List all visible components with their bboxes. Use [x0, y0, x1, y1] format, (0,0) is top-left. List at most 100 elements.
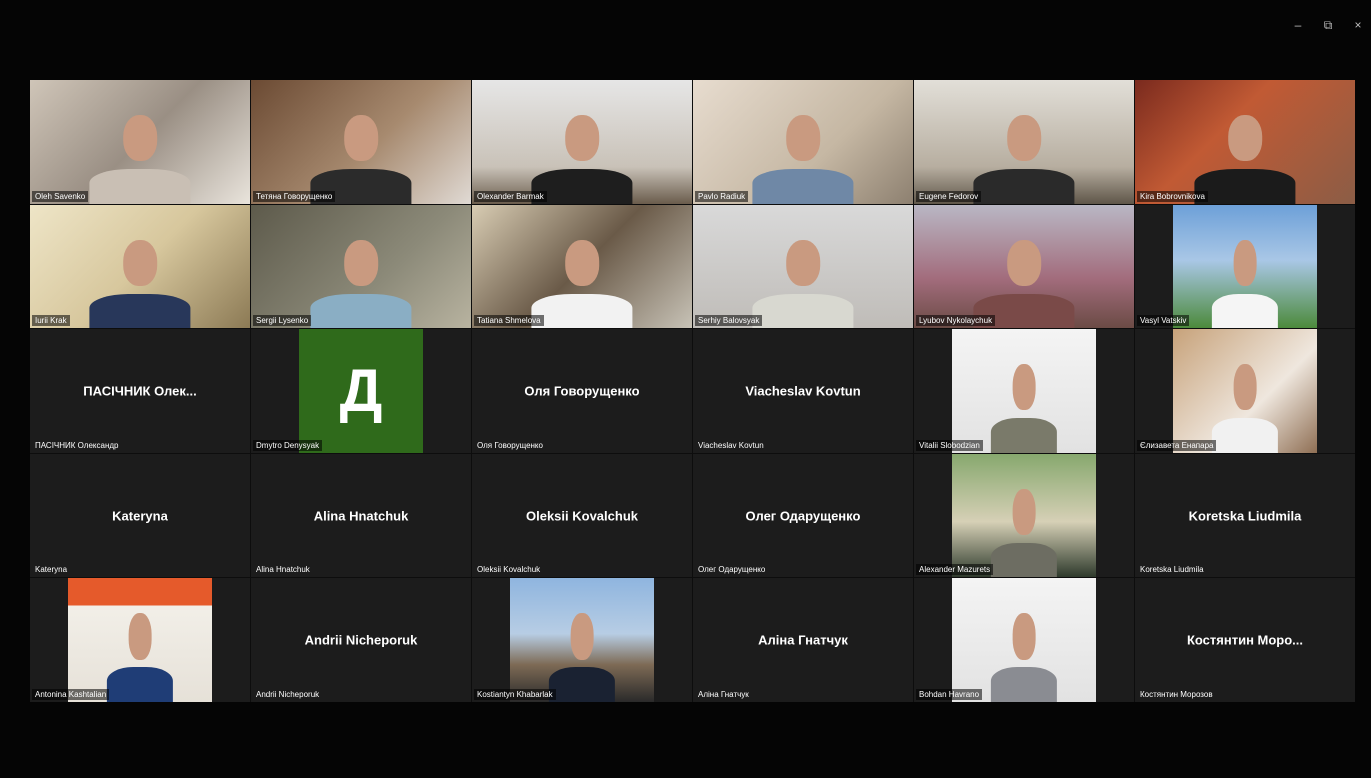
- participant-silhouette: [89, 107, 191, 204]
- participant-name-label: Koretska Liudmila: [1140, 565, 1204, 575]
- participant-silhouette: [531, 107, 633, 204]
- participant-name-label: Tatiana Shmelova: [474, 315, 544, 327]
- participant-video: [251, 80, 471, 204]
- participant-display-name: Koretska Liudmila: [1188, 508, 1302, 524]
- participant-silhouette: [990, 481, 1058, 578]
- close-icon[interactable]: ×: [1351, 18, 1365, 33]
- participant-video: [1135, 80, 1355, 204]
- participant-silhouette: [1211, 232, 1279, 329]
- participant-tile[interactable]: Костянтин Моро... Костянтин Морозов: [1135, 578, 1355, 702]
- participant-name-label: Eugene Fedorov: [916, 190, 982, 202]
- participant-silhouette: [990, 606, 1058, 702]
- participant-tile[interactable]: Serhiy Balovsyak: [693, 204, 913, 329]
- participant-name-label: Pavlo Radiuk: [695, 190, 749, 202]
- participant-tile[interactable]: Д Dmytro Denysyak: [251, 329, 471, 453]
- participant-video: [914, 80, 1134, 204]
- participant-name-label: Аліна Гнатчук: [698, 689, 749, 699]
- participant-display-name: Oleksii Kovalchuk: [526, 508, 638, 524]
- participant-display-name: Аліна Гнатчук: [758, 632, 848, 648]
- participant-tile[interactable]: Kateryna Kateryna: [30, 453, 250, 578]
- participant-display-name: Andrii Nicheporuk: [304, 632, 418, 648]
- participant-tile[interactable]: Lyubov Nykolaychuk: [914, 204, 1134, 329]
- participant-video: [472, 204, 692, 329]
- participant-name-label: Oleksii Kovalchuk: [477, 565, 541, 575]
- participant-tile[interactable]: Tatiana Shmelova: [472, 204, 692, 329]
- participant-display-name: Viacheslav Kovtun: [745, 383, 861, 399]
- participant-video: [30, 204, 250, 329]
- participant-tile[interactable]: Viacheslav Kovtun Viacheslav Kovtun: [693, 329, 913, 453]
- participant-tile[interactable]: Bohdan Havrano: [914, 578, 1134, 702]
- participant-name-label: Alina Hnatchuk: [256, 565, 310, 575]
- participant-silhouette: [973, 232, 1075, 329]
- participant-tile[interactable]: Oleh Savenko: [30, 80, 250, 204]
- participant-silhouette: [752, 107, 854, 204]
- participant-name-label: Оля Говорущенко: [477, 440, 543, 450]
- participant-name-label: Kateryna: [35, 565, 68, 575]
- participant-silhouette: [548, 606, 616, 702]
- participant-tile[interactable]: Iurii Krak: [30, 204, 250, 329]
- participant-tile[interactable]: Олег Одарущенко Олег Одарущенко: [693, 453, 913, 578]
- participant-name-label: Lyubov Nykolaychuk: [916, 315, 996, 327]
- participant-tile[interactable]: Antonina Kashtalian: [30, 578, 250, 702]
- participant-tile[interactable]: Тетяна Говорущенко: [251, 80, 471, 204]
- participant-name-label: Kira Bobrovnikova: [1137, 190, 1208, 202]
- participant-silhouette: [973, 107, 1075, 204]
- participant-display-name: Костянтин Моро...: [1186, 632, 1304, 648]
- participant-video: [251, 204, 471, 329]
- participant-silhouette: [310, 107, 412, 204]
- participant-tile[interactable]: Alexander Mazurets: [914, 453, 1134, 578]
- participant-tile[interactable]: Оля Говорущенко Оля Говорущенко: [472, 329, 692, 453]
- participant-display-name: Олег Одарущенко: [745, 508, 861, 524]
- participant-tile[interactable]: Kira Bobrovnikova: [1135, 80, 1355, 204]
- participant-silhouette: [89, 232, 191, 329]
- participant-name-label: Olexander Barmak: [474, 190, 547, 202]
- participant-display-name: ПАСІЧНИК Олек...: [83, 383, 197, 399]
- participant-tile[interactable]: Аліна Гнатчук Аліна Гнатчук: [693, 578, 913, 702]
- participant-name-label: Олег Одарущенко: [698, 565, 766, 575]
- participant-name-label: Sergii Lysenko: [253, 315, 312, 327]
- participant-video: [68, 578, 212, 702]
- participant-name-label: Antonina Kashtalian: [32, 688, 110, 700]
- participant-silhouette: [1211, 356, 1279, 453]
- participant-name-label: Alexander Mazurets: [916, 564, 994, 576]
- participant-video: [472, 80, 692, 204]
- participant-silhouette: [752, 232, 854, 329]
- participant-video: [1173, 329, 1317, 453]
- participant-tile[interactable]: Sergii Lysenko: [251, 204, 471, 329]
- participant-tile[interactable]: Olexander Barmak: [472, 80, 692, 204]
- participant-video: [693, 80, 913, 204]
- participant-name-label: ПАСІЧНИК Олександр: [35, 440, 119, 450]
- participant-tile[interactable]: ПАСІЧНИК Олек... ПАСІЧНИК Олександр: [30, 329, 250, 453]
- participant-tile[interactable]: Alina Hnatchuk Alina Hnatchuk: [251, 453, 471, 578]
- participant-video: [30, 80, 250, 204]
- participant-video: [914, 204, 1134, 329]
- participant-name-label: Vitalii Slobodzian: [916, 439, 983, 451]
- participant-tile[interactable]: Kostiantyn Khabarlak: [472, 578, 692, 702]
- participant-tile[interactable]: Vasyl Vatskiv: [1135, 204, 1355, 329]
- participant-tile[interactable]: Koretska Liudmila Koretska Liudmila: [1135, 453, 1355, 578]
- participant-name-label: Bohdan Havrano: [916, 688, 983, 700]
- participant-name-label: Serhiy Balovsyak: [695, 315, 763, 327]
- participant-name-label: Dmytro Denysyak: [253, 439, 323, 451]
- restore-icon[interactable]: ⧉: [1321, 18, 1335, 33]
- participant-silhouette: [990, 356, 1058, 453]
- participant-tile[interactable]: Eugene Fedorov: [914, 80, 1134, 204]
- participant-tile[interactable]: Pavlo Radiuk: [693, 80, 913, 204]
- participant-silhouette: [531, 232, 633, 329]
- participant-video: [510, 578, 654, 702]
- participant-name-label: Vasyl Vatskiv: [1137, 315, 1190, 327]
- participant-name-label: Костянтин Морозов: [1140, 689, 1213, 699]
- window-controls: – ⧉ ×: [1291, 18, 1365, 33]
- participant-video: [952, 329, 1096, 453]
- participant-silhouette: [310, 232, 412, 329]
- participant-video: [952, 578, 1096, 702]
- participant-name-label: Єлизавета Енапара: [1137, 439, 1217, 451]
- participant-tile[interactable]: Єлизавета Енапара: [1135, 329, 1355, 453]
- participant-tile[interactable]: Vitalii Slobodzian: [914, 329, 1134, 453]
- participant-tile[interactable]: Oleksii Kovalchuk Oleksii Kovalchuk: [472, 453, 692, 578]
- participant-display-name: Оля Говорущенко: [524, 383, 640, 399]
- participant-tile[interactable]: Andrii Nicheporuk Andrii Nicheporuk: [251, 578, 471, 702]
- participant-display-name: Kateryna: [112, 508, 168, 524]
- video-gallery: Oleh Savenko Тетяна Говорущенко Olexander …: [30, 80, 1355, 702]
- minimize-icon[interactable]: –: [1291, 18, 1305, 33]
